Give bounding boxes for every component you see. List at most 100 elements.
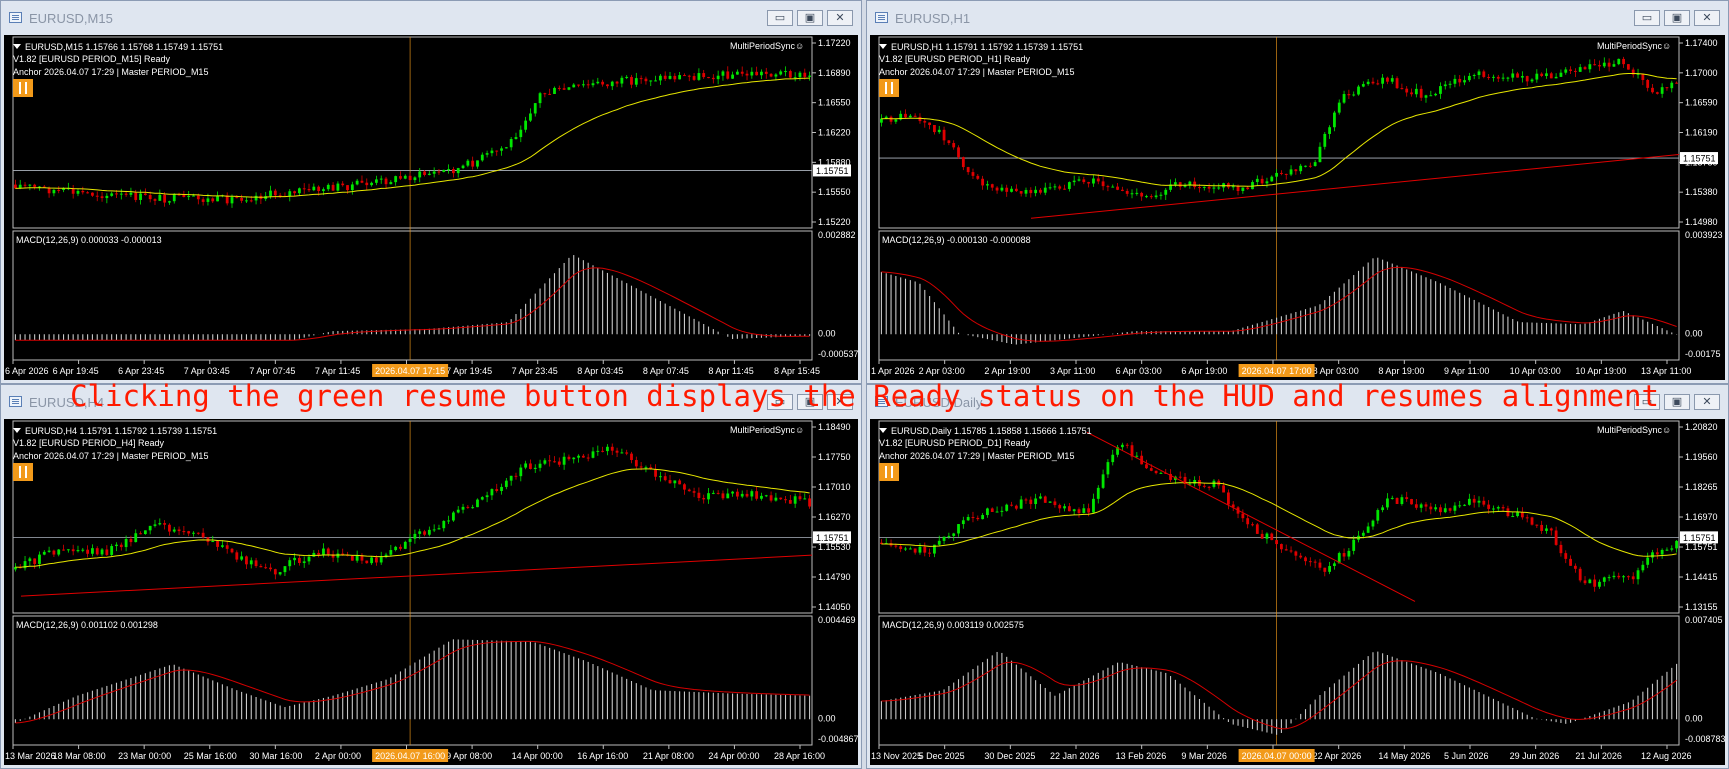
collapse-triangle-icon[interactable] [879,44,887,49]
price-tick-label: 1.14790 [818,572,851,582]
collapse-triangle-icon[interactable] [879,428,887,433]
candle-body [119,193,123,195]
candle-body [95,195,99,197]
candle-body [1492,508,1495,510]
pause-button[interactable] [13,463,33,481]
macd-signal-line [881,266,1677,342]
candle-body [1400,88,1404,90]
candle-body [1096,178,1100,182]
collapse-triangle-icon[interactable] [13,428,21,433]
time-tick-label: 7 Apr 23:45 [512,366,558,376]
time-tick-label: 8 Apr 03:00 [1313,366,1359,376]
candle-body [1472,498,1476,503]
candle-body [485,153,489,155]
candle-body [543,93,547,95]
chart-canvas[interactable]: 1.20820 1.19560 1.18265 1.16970 1.15751 1.144… [870,419,1726,765]
candle-body [196,532,200,534]
candle-body [933,124,936,133]
chart-canvas[interactable]: 1.17220 1.16890 1.16550 1.16220 1.15880 1.155… [4,35,859,380]
close-button[interactable]: ✕ [827,10,853,26]
candle-body [1106,186,1110,188]
candle-body [1554,76,1558,79]
candle-body [163,194,167,203]
restore-button[interactable]: ▣ [1664,10,1690,26]
candle-body [1058,186,1062,189]
candle-body [1453,78,1457,84]
pause-button[interactable] [879,463,899,481]
price-tick-label: 1.16190 [1685,128,1718,138]
candle-body [442,169,446,172]
candle-body [1429,95,1433,97]
candle-body [913,115,917,117]
time-tick-label: 13 Feb 2026 [1116,751,1167,761]
candle-body [1149,468,1153,471]
candle-body [466,160,470,166]
price-tick-label: 1.20820 [1685,422,1718,432]
candle-body [471,160,475,167]
candle-body [346,185,349,191]
chart-canvas[interactable]: 1.174001.170001.165901.161901.157801.153… [870,35,1725,380]
candle-body [1439,507,1442,513]
candle-body [326,548,330,555]
candle-body [81,549,85,551]
collapse-triangle-icon[interactable] [13,44,21,49]
price-tick-label: 1.15530 [818,542,851,552]
candle-body [1087,508,1091,513]
minimize-button[interactable]: ▭ [1634,10,1660,26]
macd-label: MACD(12,26,9) -0.000130 -0.000088 [882,235,1031,245]
candle-body [957,524,960,534]
candle-body [702,73,706,78]
candle-body [1101,181,1105,187]
candle-body [293,557,296,561]
price-tick-label: 1.13155 [1685,602,1718,612]
close-button[interactable]: ✕ [1694,10,1720,26]
candle-body [971,172,975,176]
window-titlebar[interactable]: EURUSD,M15 ▭ ▣ ✕ [1,1,861,35]
chart-canvas[interactable]: 1.18490 1.17750 1.17010 1.16270 1.15530 1.147… [4,419,859,765]
candle-body [760,71,763,76]
candle-body [1014,505,1018,509]
candle-body [769,495,773,501]
current-price-value: 1.15751 [1683,154,1716,164]
pause-button[interactable] [13,79,33,97]
macd-tick-label: 0.00 [1685,713,1703,723]
candle-body [1588,579,1592,584]
candle-body [100,196,104,199]
candle-body [312,186,316,191]
time-tick-label: 30 Dec 2025 [984,751,1035,761]
pause-button[interactable] [879,79,899,97]
candle-body [427,529,431,535]
candle-body [899,546,903,550]
candle-body [1424,95,1428,98]
candle-body [1511,73,1515,78]
time-tick-label: 8 Apr 07:45 [643,366,689,376]
candle-body [779,497,783,500]
candle-body [774,74,778,77]
candle-body [1265,181,1269,184]
candle-body [1039,496,1042,499]
time-tick-label: 23 Mar 00:00 [118,751,171,761]
window-titlebar[interactable]: EURUSD,H1 ▭ ▣ ✕ [867,1,1728,35]
candle-body [254,195,258,201]
candle-body [1063,188,1066,190]
candle-body [437,528,441,530]
macd-tick-label: -0.004867 [818,734,859,744]
candle-body [894,119,898,122]
candle-body [235,197,239,199]
candle-body [413,177,417,181]
candle-body [394,176,398,183]
candle-body [158,194,162,201]
macd-signal-line [15,640,810,724]
candle-body [1159,194,1163,196]
candle-body [1270,533,1274,541]
candle-body [562,456,566,465]
candle-body [1506,508,1510,517]
minimize-button[interactable]: ▭ [767,10,793,26]
candle-body [798,496,802,500]
candle-body [1660,87,1664,94]
restore-button[interactable]: ▣ [797,10,823,26]
candle-body [1212,187,1216,189]
candle-body [1222,485,1225,493]
candle-body [1067,506,1071,512]
candle-body [322,189,325,192]
